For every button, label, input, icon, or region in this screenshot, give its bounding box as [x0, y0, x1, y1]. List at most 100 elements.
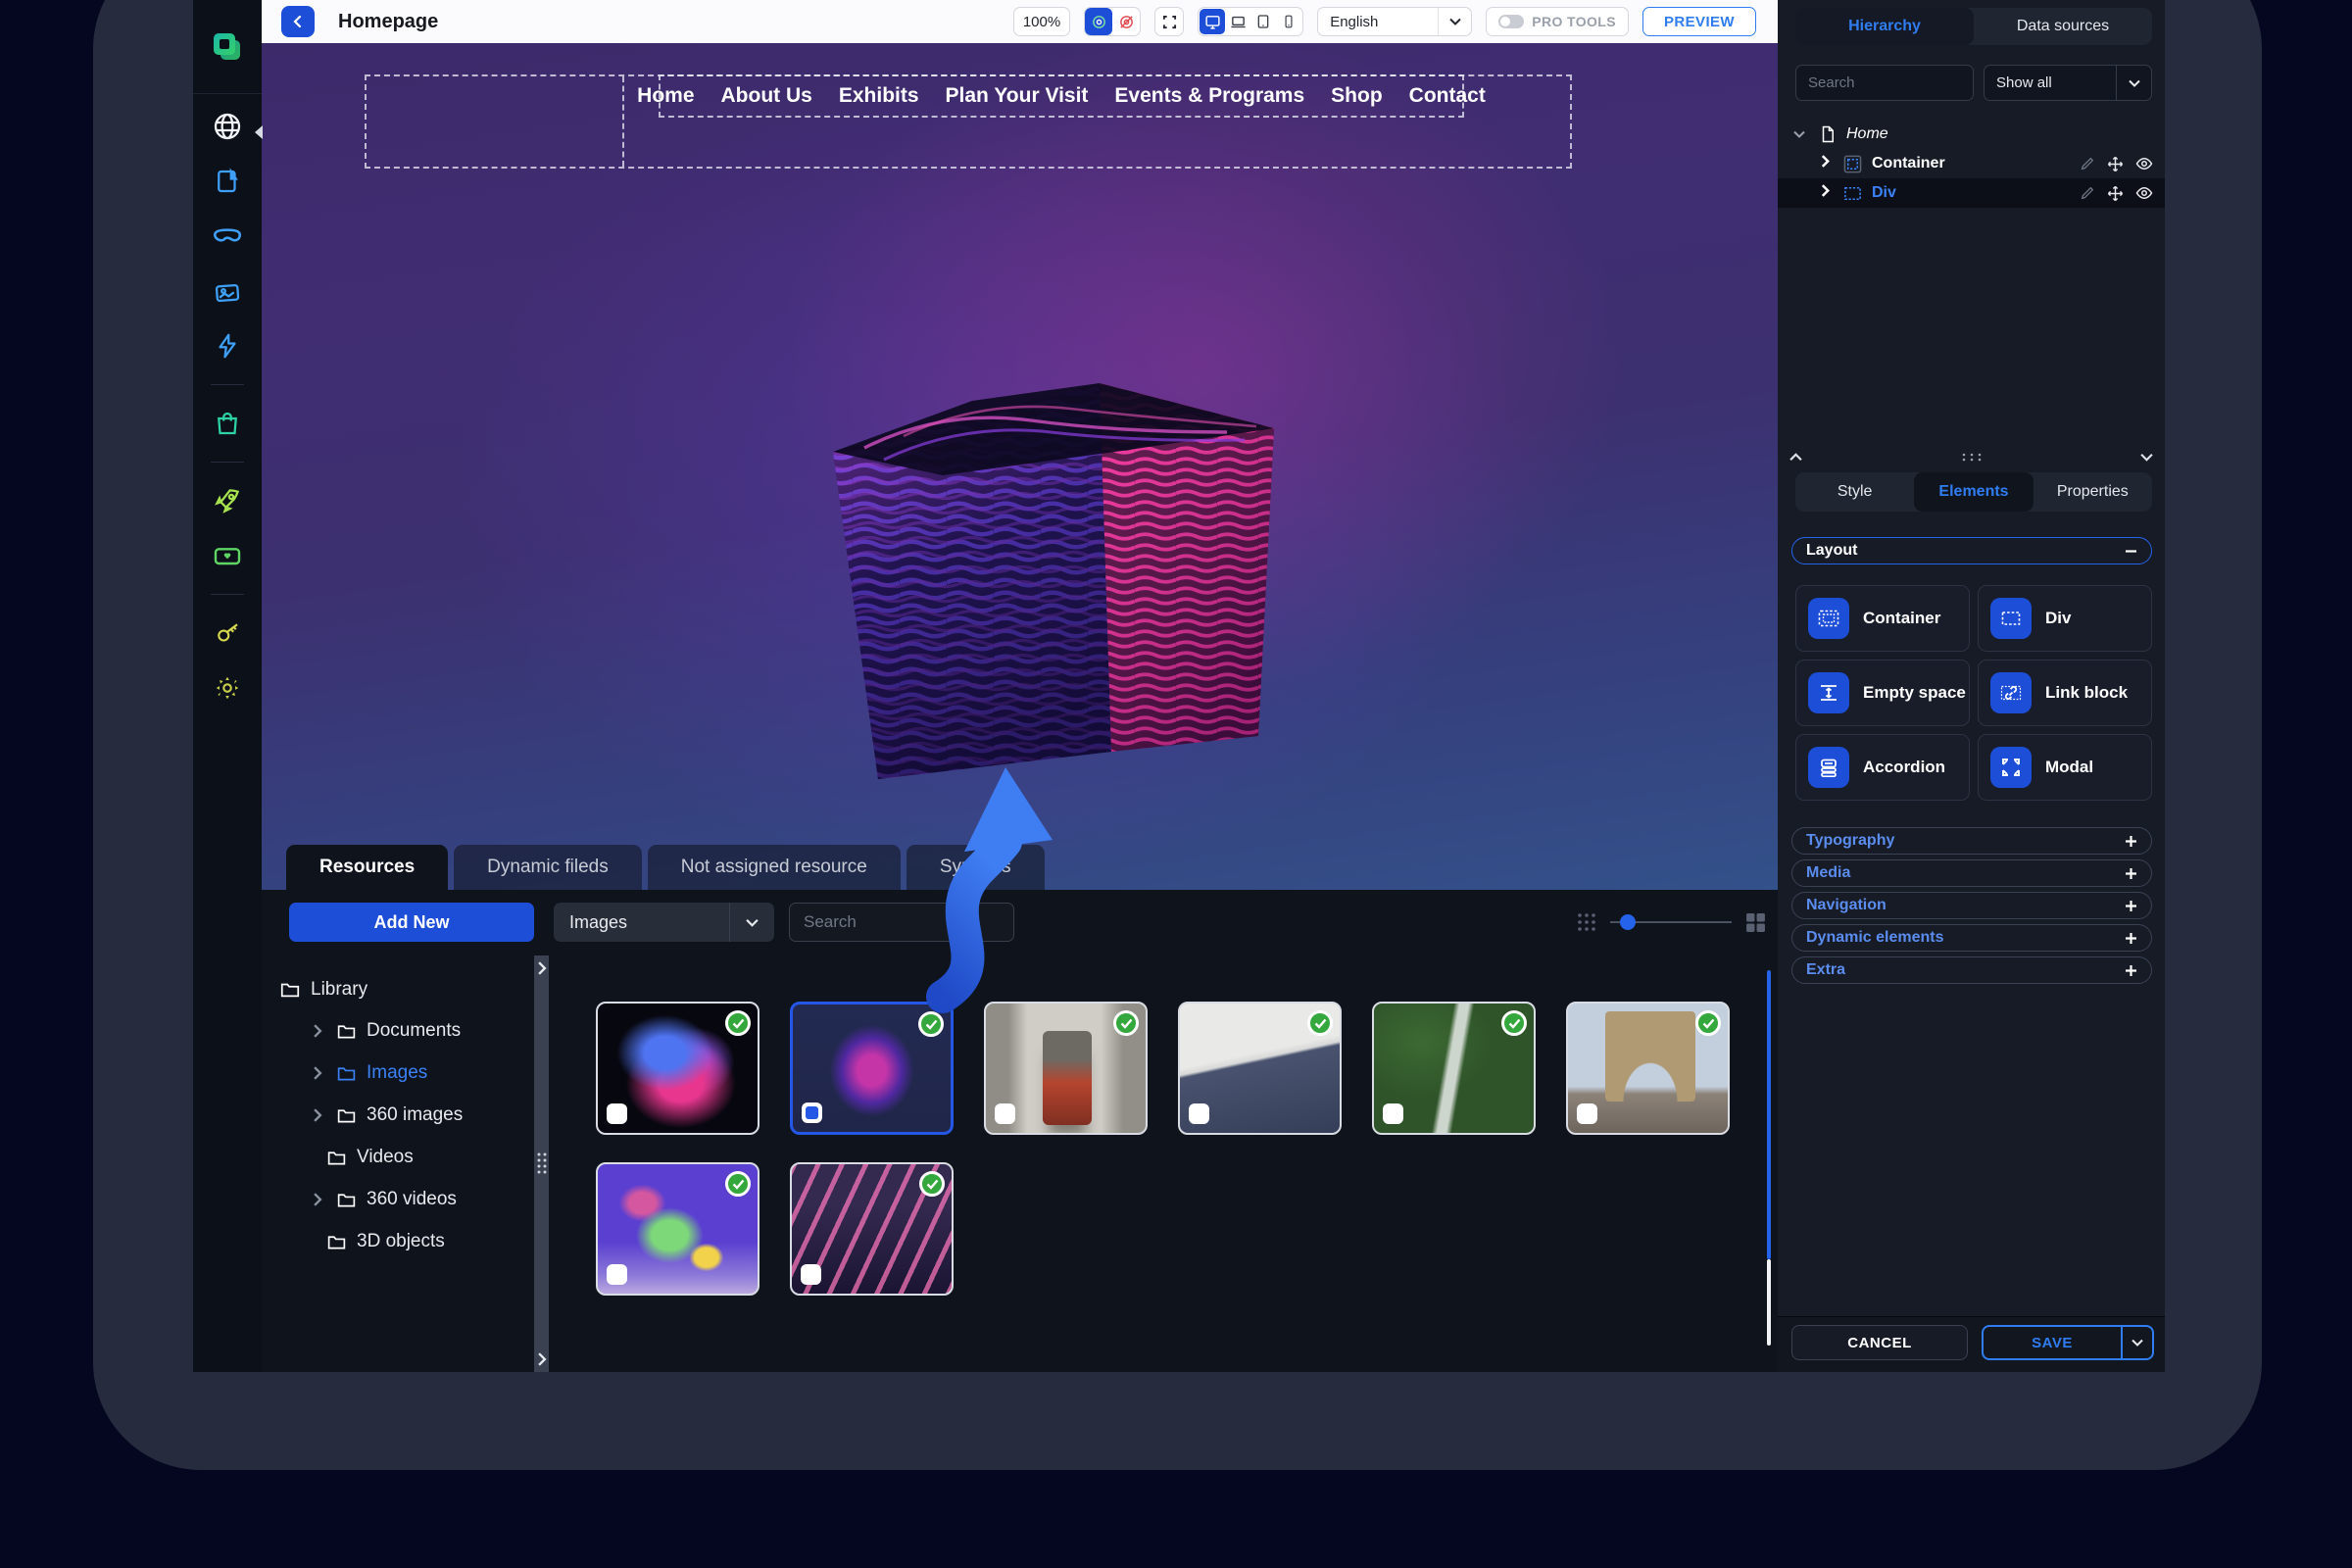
thumbnail-arc-de-triomphe[interactable]	[1566, 1002, 1730, 1135]
folder-images[interactable]: Images	[313, 1056, 427, 1090]
element-accordion[interactable]: Accordion	[1795, 734, 1970, 801]
nav-item-about-us[interactable]: About Us	[721, 84, 812, 108]
language-select[interactable]: English	[1317, 7, 1472, 36]
tab-hierarchy[interactable]: Hierarchy	[1795, 8, 1974, 45]
folder-360-videos[interactable]: 360 videos	[313, 1183, 457, 1216]
nav-item-events-programs[interactable]: Events & Programs	[1114, 84, 1304, 108]
drag-handle-icon[interactable]	[536, 1152, 548, 1177]
folder-documents[interactable]: Documents	[313, 1014, 461, 1048]
chevron-down-icon[interactable]	[1793, 125, 1805, 143]
visibility-on-button[interactable]	[1085, 8, 1112, 35]
thumbnail-abstract-ribbon[interactable]	[596, 1002, 760, 1135]
add-new-button[interactable]: Add New	[289, 903, 534, 942]
folder-videos[interactable]: Videos	[326, 1141, 414, 1174]
thumbnail-aquarium-reef[interactable]	[596, 1162, 760, 1296]
thumbnail-snowy-mountain[interactable]	[1178, 1002, 1342, 1135]
element-link-block[interactable]: Link block	[1978, 660, 2152, 726]
slider-knob[interactable]	[1620, 914, 1636, 930]
site-logo-placeholder[interactable]	[367, 76, 624, 167]
expand-plus-icon[interactable]	[2125, 900, 2137, 912]
site-globe-icon[interactable]	[211, 110, 244, 143]
element-modal[interactable]: Modal	[1978, 734, 2152, 801]
visibility-eye-icon[interactable]	[2135, 155, 2153, 172]
section-typography[interactable]: Typography	[1791, 827, 2152, 855]
settings-gear-icon[interactable]	[211, 671, 244, 705]
tab-properties[interactable]: Properties	[2034, 472, 2152, 512]
tab-not-assigned-resource[interactable]: Not assigned resource	[648, 845, 901, 890]
expand-plus-icon[interactable]	[2125, 867, 2137, 880]
thumbnail-checkbox[interactable]	[1383, 1103, 1403, 1124]
expand-plus-icon[interactable]	[2125, 964, 2137, 977]
nav-item-contact[interactable]: Contact	[1409, 84, 1486, 108]
back-button[interactable]	[281, 6, 315, 37]
element-container[interactable]: Container	[1795, 585, 1970, 652]
expand-plus-icon[interactable]	[2125, 932, 2137, 945]
section-media[interactable]: Media	[1791, 859, 2152, 887]
visibility-eye-icon[interactable]	[2135, 184, 2153, 202]
save-button-label[interactable]: SAVE	[1984, 1327, 2121, 1358]
section-layout[interactable]: Layout	[1791, 537, 2152, 564]
thumbnail-checkbox[interactable]	[1577, 1103, 1597, 1124]
chevron-right-icon[interactable]	[313, 1193, 326, 1206]
thumbnail-checkbox[interactable]	[607, 1264, 627, 1285]
element-empty-space[interactable]: Empty space	[1795, 660, 1970, 726]
tab-style[interactable]: Style	[1795, 472, 1914, 512]
chevron-right-icon[interactable]	[313, 1066, 326, 1080]
thumbnail-tram-in-snow[interactable]	[984, 1002, 1148, 1135]
tab-resources[interactable]: Resources	[286, 845, 448, 890]
section-dynamic-elements[interactable]: Dynamic elements	[1791, 924, 2152, 952]
large-grid-icon[interactable]	[1745, 912, 1766, 933]
chevron-right-icon[interactable]	[313, 1108, 326, 1122]
chevron-right-icon[interactable]	[1821, 184, 1830, 202]
collapse-minus-icon[interactable]	[2125, 545, 2137, 558]
drag-handle-icon[interactable]	[1961, 452, 1983, 462]
panel-splitter[interactable]	[534, 956, 549, 1372]
pro-tools-toggle[interactable]: PRO TOOLS	[1486, 7, 1629, 36]
section-extra[interactable]: Extra	[1791, 956, 2152, 984]
membership-card-icon[interactable]	[211, 539, 244, 572]
cancel-button[interactable]: CANCEL	[1791, 1325, 1968, 1360]
thumbnail-size-slider[interactable]	[1610, 911, 1732, 933]
lightning-icon[interactable]	[211, 329, 244, 363]
save-button[interactable]: SAVE	[1982, 1325, 2154, 1360]
thumbnail-forest-road[interactable]	[1372, 1002, 1536, 1135]
tab-dynamic-fileds[interactable]: Dynamic fileds	[454, 845, 642, 890]
thumbnail-checkbox[interactable]	[801, 1264, 821, 1285]
nav-item-shop[interactable]: Shop	[1331, 84, 1383, 108]
access-key-icon[interactable]	[211, 616, 244, 650]
show-all-select[interactable]: Show all	[1984, 65, 2152, 101]
panel-resize-handle[interactable]	[1778, 446, 2165, 467]
move-icon[interactable]	[2107, 185, 2124, 202]
thumbnail-checkbox[interactable]	[995, 1103, 1015, 1124]
resource-type-select[interactable]: Images	[554, 903, 774, 942]
hierarchy-search-input[interactable]	[1795, 65, 1974, 101]
scrollbar-thumb[interactable]	[1767, 1259, 1771, 1346]
thumbnail-checkbox[interactable]	[1189, 1103, 1209, 1124]
tree-node-container[interactable]: Container	[1778, 149, 2165, 178]
vr-goggles-icon[interactable]	[211, 220, 244, 253]
small-grid-icon[interactable]	[1577, 912, 1596, 932]
rocket-icon[interactable]	[211, 484, 244, 517]
library-root[interactable]: Library	[279, 973, 368, 1006]
section-navigation[interactable]: Navigation	[1791, 892, 2152, 919]
fullscreen-button[interactable]	[1154, 7, 1184, 36]
expand-plus-icon[interactable]	[2125, 835, 2137, 848]
tree-node-div[interactable]: Div	[1778, 178, 2165, 208]
chevron-right-icon[interactable]	[537, 1352, 547, 1366]
chevron-right-icon[interactable]	[313, 1024, 326, 1038]
device-phone-button[interactable]	[1276, 9, 1301, 34]
thumbnail-neon-wave-cube[interactable]	[790, 1002, 954, 1135]
chevron-down-icon[interactable]	[2140, 453, 2153, 462]
thumbnail-pink-terrain[interactable]	[790, 1162, 954, 1296]
device-desktop-button[interactable]	[1200, 9, 1225, 34]
scrollbar-thumb[interactable]	[1767, 970, 1771, 1259]
thumbnail-checkbox[interactable]	[802, 1102, 822, 1123]
preview-button[interactable]: PREVIEW	[1642, 7, 1756, 36]
zoom-level[interactable]: 100%	[1013, 7, 1070, 36]
tab-elements[interactable]: Elements	[1914, 472, 2033, 512]
save-options-button[interactable]	[2121, 1327, 2152, 1358]
visibility-off-button[interactable]	[1112, 8, 1140, 35]
nav-item-exhibits[interactable]: Exhibits	[839, 84, 919, 108]
device-laptop-button[interactable]	[1225, 9, 1250, 34]
tab-data-sources[interactable]: Data sources	[1974, 8, 2152, 45]
